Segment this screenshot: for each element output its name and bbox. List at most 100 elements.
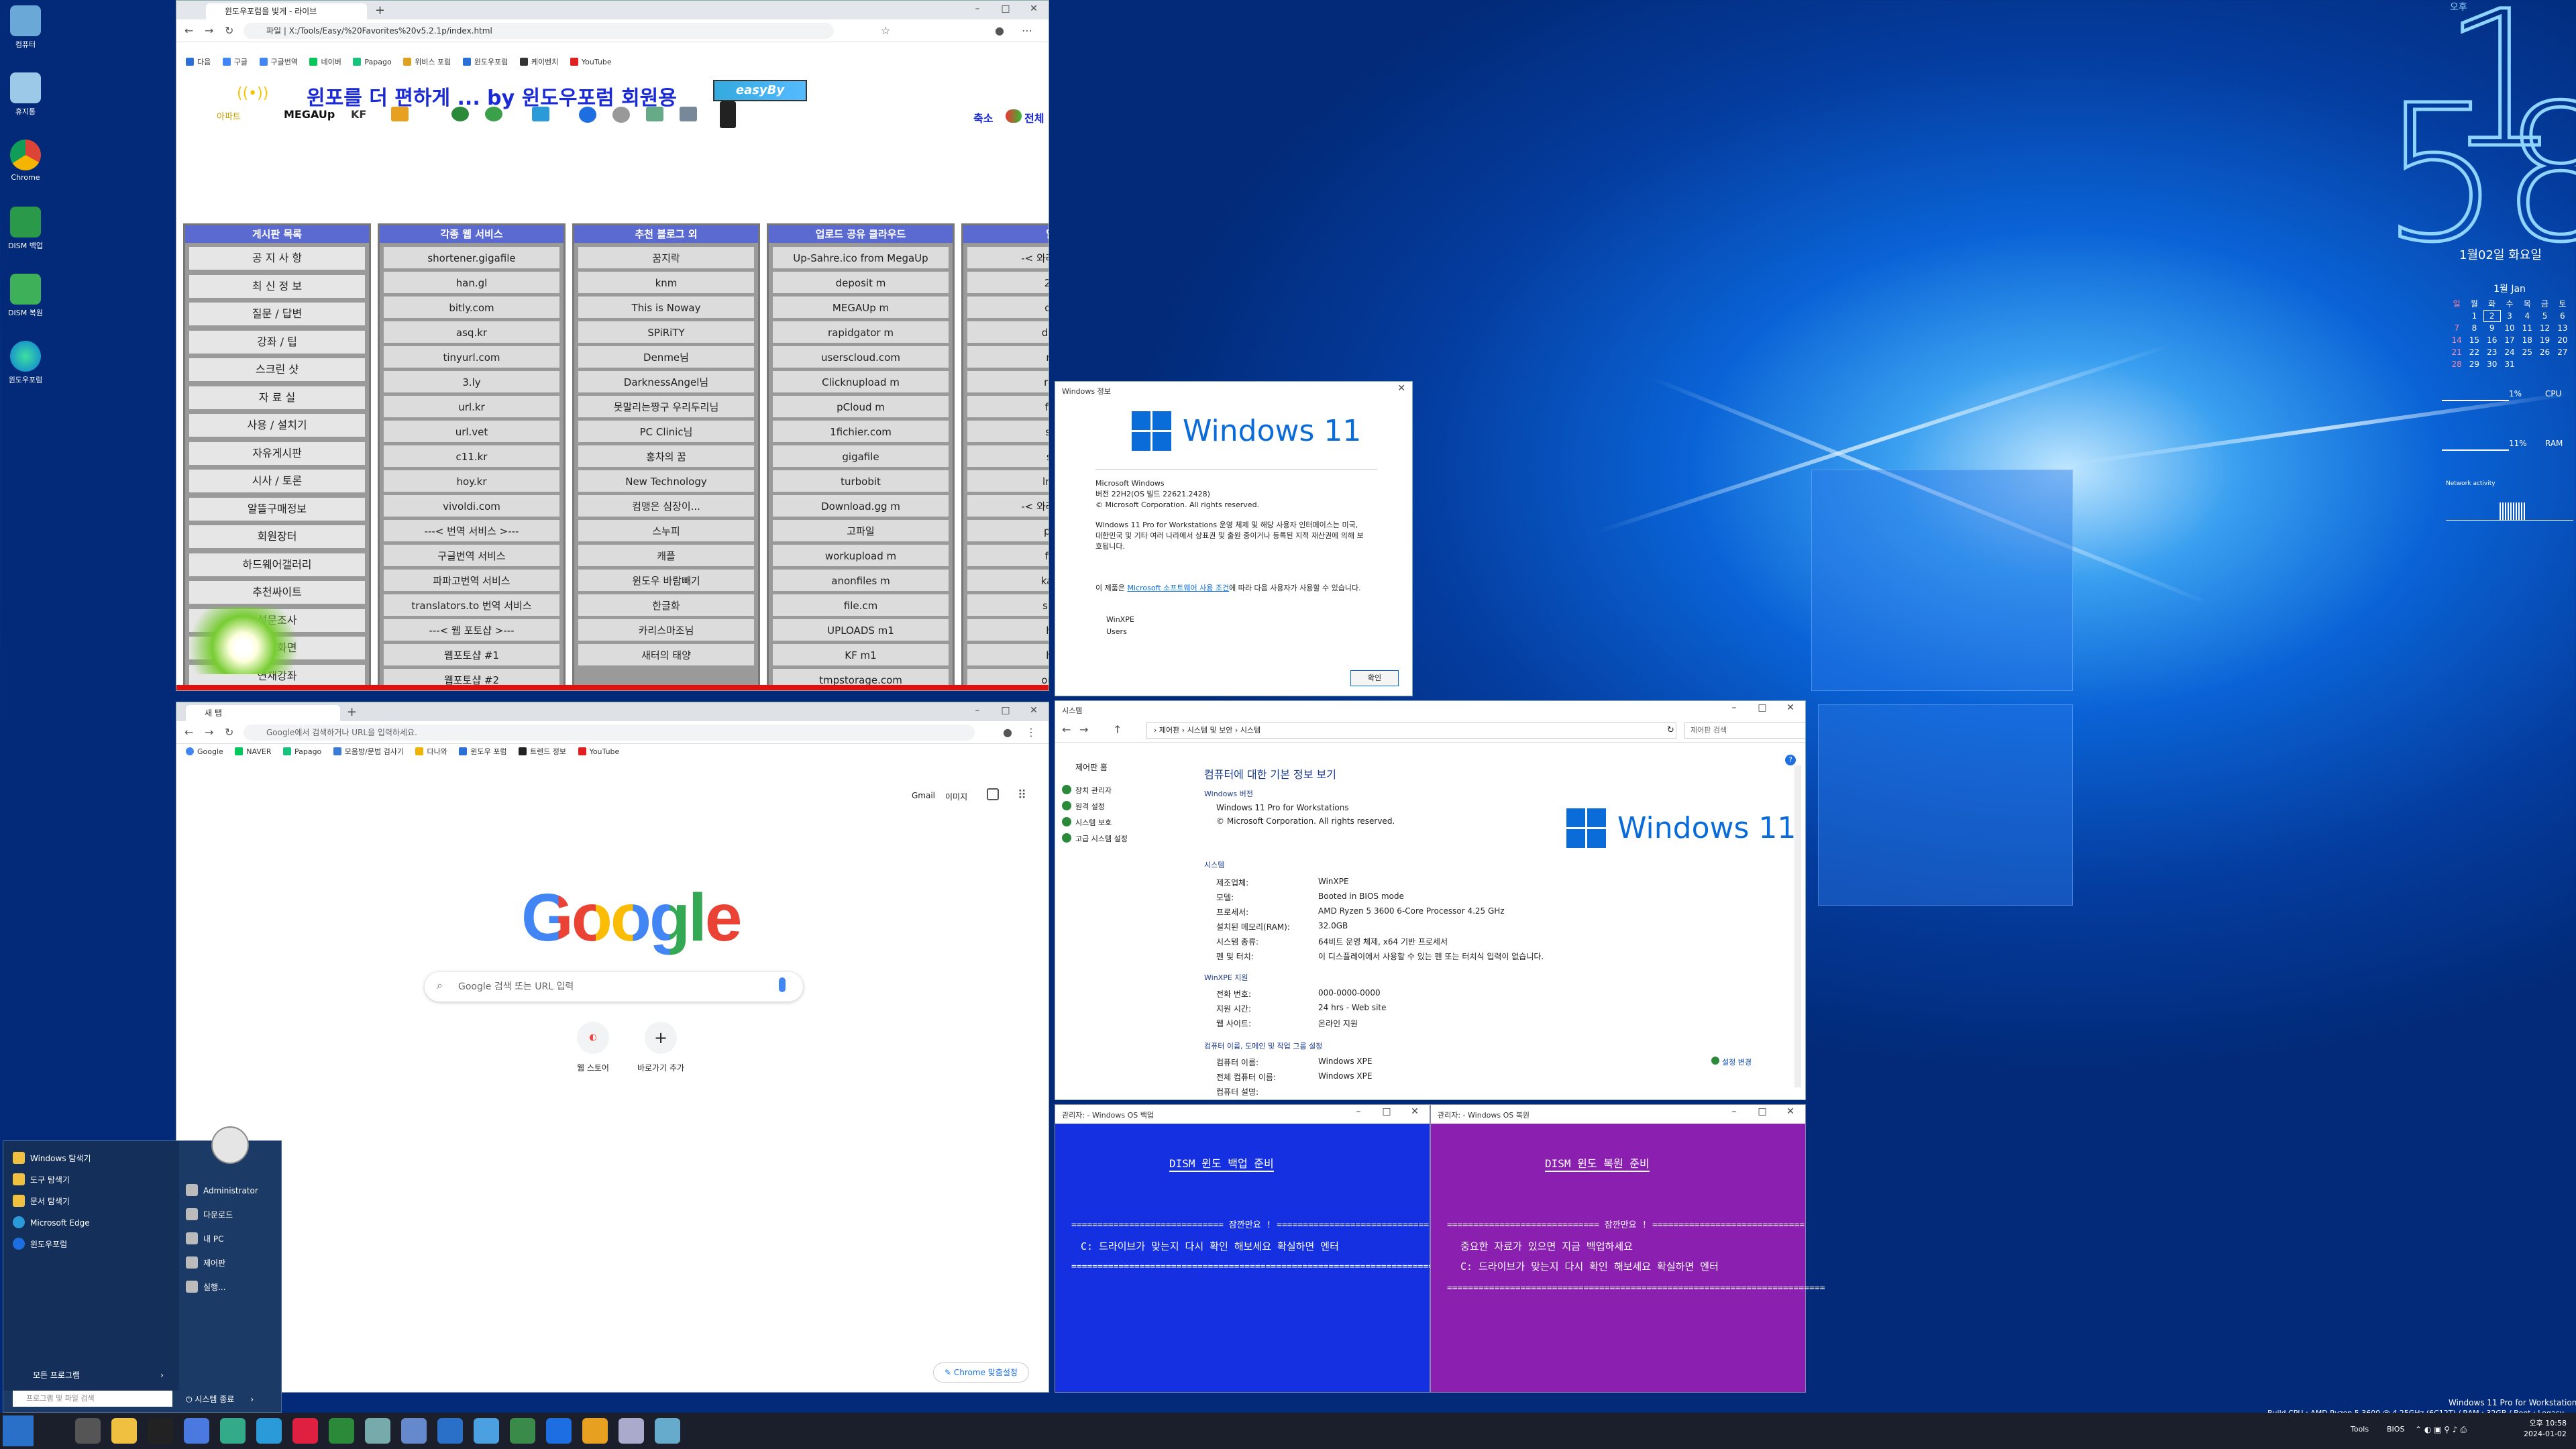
forum-link[interactable]: 홍차의 꿈 <box>578 445 754 467</box>
forum-link[interactable]: anonfiles m <box>773 570 949 591</box>
bookmark-item[interactable]: YouTube <box>578 744 619 760</box>
calendar-day[interactable]: 23 <box>2484 347 2500 358</box>
forum-link[interactable]: 꿈지락 <box>578 247 754 268</box>
calendar-day[interactable]: 3 <box>2502 311 2518 321</box>
forum-link[interactable]: 스누피 <box>578 520 754 541</box>
forum-link[interactable]: PC Clinic님 <box>578 421 754 442</box>
bookmark-item[interactable]: NAVER <box>235 744 271 760</box>
forum-link[interactable]: New Technology <box>578 470 754 492</box>
file-explorer-icon[interactable] <box>111 1418 137 1444</box>
forum-link[interactable]: SPiRiTY <box>578 321 754 343</box>
forum-link[interactable]: KF m1 <box>773 644 949 665</box>
calendar-day[interactable]: 20 <box>2555 335 2571 345</box>
gmail-link[interactable]: Gmail <box>912 791 935 800</box>
edge-icon[interactable] <box>256 1418 282 1444</box>
shutdown-button[interactable]: ⏻ 시스템 종료 › <box>186 1393 254 1405</box>
app-icon[interactable] <box>365 1418 390 1444</box>
bookmark-item[interactable]: Google <box>186 744 223 760</box>
mic-icon[interactable] <box>779 977 786 992</box>
image-icon[interactable] <box>680 107 697 121</box>
forum-link[interactable]: 추천싸이트 <box>189 581 365 604</box>
forum-link[interactable]: repa <box>967 371 1049 392</box>
forum-link[interactable]: 강좌 / 팁 <box>189 330 365 354</box>
forum-link[interactable]: diak <box>967 297 1049 318</box>
up-icon[interactable]: ↑ <box>1113 723 1122 736</box>
forum-link[interactable]: rslo <box>967 346 1049 368</box>
app-icon[interactable] <box>474 1418 499 1444</box>
edge-icon[interactable] <box>546 1418 572 1444</box>
app-icon[interactable] <box>401 1418 427 1444</box>
refresh-icon[interactable]: ↻ <box>1667 722 1678 739</box>
tab-forum[interactable]: 윈도우포럼을 빛게 - 라이브 <box>206 3 367 19</box>
forum-link[interactable]: 컴맹은 심장이... <box>578 495 754 517</box>
calendar-day[interactable]: 2 <box>2483 310 2501 322</box>
google-search-box[interactable]: Google 검색 또는 URL 입력 <box>425 972 803 1002</box>
control-panel-search[interactable]: 제어판 검색 <box>1684 722 1805 739</box>
forum-link[interactable]: 회원장터 <box>189 525 365 548</box>
back-icon[interactable]: ← <box>184 726 193 739</box>
forum-link[interactable]: tinyurl.com <box>384 346 559 368</box>
calendar-day[interactable]: 5 <box>2536 311 2553 321</box>
calendar-day[interactable]: 24 <box>2502 347 2518 358</box>
close-button[interactable]: ✕ <box>1777 702 1804 716</box>
forum-link[interactable]: 알뜰구매정보 <box>189 497 365 521</box>
calendar-day[interactable]: 18 <box>2519 335 2535 345</box>
forum-link[interactable]: url.kr <box>384 396 559 417</box>
maximize-button[interactable]: □ <box>1749 1106 1776 1120</box>
folder-icon[interactable] <box>391 107 409 121</box>
bookmark-item[interactable]: 구글 <box>222 54 248 70</box>
maximize-button[interactable]: □ <box>1749 702 1776 716</box>
tools-label[interactable]: Tools <box>2351 1425 2369 1434</box>
notepad-icon[interactable] <box>184 1418 209 1444</box>
calendar-day[interactable]: 17 <box>2502 335 2518 345</box>
forum-link[interactable]: 카리스마조님 <box>578 619 754 641</box>
tool-icon[interactable] <box>532 107 549 121</box>
advanced-settings-link[interactable]: 고급 시스템 설정 <box>1062 831 1128 847</box>
calendar-day[interactable]: 27 <box>2555 347 2571 358</box>
profile-icon[interactable]: ● <box>995 24 1004 37</box>
forum-link[interactable]: han.gl <box>384 272 559 293</box>
bookmark-item[interactable]: 구글번역 <box>259 54 298 70</box>
customize-chrome-button[interactable]: ✎ Chrome 맞춤설정 <box>933 1362 1029 1383</box>
bookmark-item[interactable]: 위비스 포럼 <box>403 54 451 70</box>
forum-link[interactable]: UPLOADS m1 <box>773 619 949 641</box>
minimize-button[interactable]: – <box>1345 1106 1372 1120</box>
app-icon[interactable] <box>510 1418 535 1444</box>
full-link[interactable]: 전체 <box>1024 109 1044 125</box>
forum-link[interactable]: gigafile <box>773 445 949 467</box>
forum-link[interactable]: This is Noway <box>578 297 754 318</box>
minimize-button[interactable]: – <box>964 705 991 718</box>
bookmark-item[interactable]: 네이버 <box>309 54 341 70</box>
star-icon[interactable]: ☆ <box>881 24 890 37</box>
calendar-day[interactable]: 14 <box>2449 335 2465 345</box>
forum-link[interactable]: sae <box>967 445 1049 467</box>
forum-link[interactable]: 파파고번역 서비스 <box>384 570 559 591</box>
calendar-day[interactable]: 9 <box>2484 323 2500 333</box>
shortcut-add[interactable]: + 바로가기 추가 <box>614 1022 708 1073</box>
address-input[interactable]: 파일 | X:/Tools/Easy/%20Favorites%20v5.2.1… <box>244 23 834 39</box>
start-item-edge[interactable]: Microsoft Edge <box>13 1216 90 1228</box>
calendar-day[interactable]: 12 <box>2536 323 2553 333</box>
forum-link[interactable]: 윈도우 바람빼기 <box>578 570 754 591</box>
calendar-day[interactable]: 13 <box>2555 323 2571 333</box>
forum-link[interactable]: 고파일 <box>773 520 949 541</box>
bookmark-item[interactable]: 모음방/문법 검사기 <box>333 744 404 760</box>
start-right-downloads[interactable]: 다운로드 <box>186 1208 233 1220</box>
forum-link[interactable]: Denme님 <box>578 346 754 368</box>
forum-link[interactable]: filec <box>967 396 1049 417</box>
forum-link[interactable]: 못말리는짱구 우리두리님 <box>578 396 754 417</box>
new-tab-button[interactable]: + <box>347 705 357 719</box>
app-icon[interactable] <box>220 1418 246 1444</box>
forum-link[interactable]: Up-Sahre.ico from MegaUp <box>773 247 949 268</box>
maximize-button[interactable]: □ <box>992 705 1019 718</box>
scrollbar[interactable] <box>1794 765 1801 1087</box>
avatar[interactable] <box>211 1126 249 1164</box>
menu-icon[interactable]: ⋯ <box>1022 24 1032 37</box>
calendar-day[interactable]: 21 <box>2449 347 2465 358</box>
forum-link[interactable]: deposit m <box>773 272 949 293</box>
start-right-run[interactable]: 실행... <box>186 1281 226 1293</box>
minimize-button[interactable]: – <box>964 3 991 17</box>
desktop-icon-recycle[interactable]: 휴지통 <box>3 72 48 117</box>
apartment-link[interactable]: 아파트 <box>217 109 241 122</box>
forum-link[interactable]: karan <box>967 570 1049 591</box>
